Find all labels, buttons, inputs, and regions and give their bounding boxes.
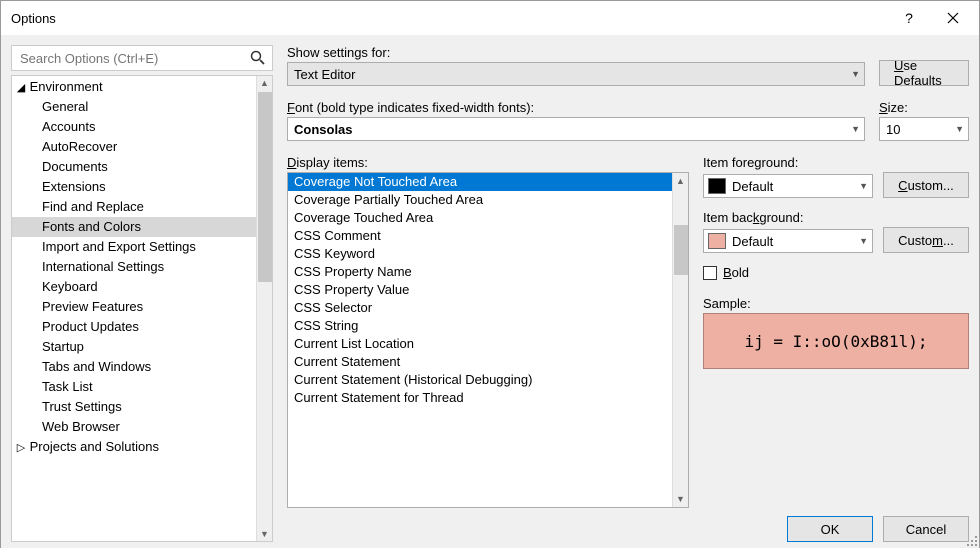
font-combo[interactable]: Consolas ▼ — [287, 117, 865, 141]
tree-scrollbar[interactable]: ▲ ▼ — [256, 76, 272, 541]
font-label: Font (bold type indicates fixed-width fo… — [287, 100, 865, 115]
use-defaults-button[interactable]: Use Defaults — [879, 60, 969, 86]
tree-item[interactable]: ▷ Projects and Solutions — [12, 437, 272, 457]
tree-item[interactable]: Accounts — [12, 117, 272, 137]
search-input[interactable] — [11, 45, 273, 71]
item-foreground-label: Item foreground: — [703, 155, 969, 170]
scroll-down-icon[interactable]: ▼ — [673, 491, 688, 507]
sample-label: Sample: — [703, 296, 969, 311]
checkbox-icon — [703, 266, 717, 280]
item-background-combo[interactable]: Default ▼ — [703, 229, 873, 253]
item-foreground-combo[interactable]: Default ▼ — [703, 174, 873, 198]
custom-fg-button[interactable]: Custom... — [883, 172, 969, 198]
tree-item[interactable]: Documents — [12, 157, 272, 177]
show-settings-label: Show settings for: — [287, 45, 865, 60]
tree-item[interactable]: International Settings — [12, 257, 272, 277]
item-background-label: Item background: — [703, 210, 969, 225]
scroll-up-icon[interactable]: ▲ — [673, 173, 688, 189]
sample-preview: ij = I::oO(0xB81l); — [703, 313, 969, 369]
chevron-down-icon: ▼ — [955, 124, 964, 134]
ok-button[interactable]: OK — [787, 516, 873, 542]
tree-item[interactable]: Preview Features — [12, 297, 272, 317]
list-scrollbar[interactable]: ▲ ▼ — [672, 173, 688, 507]
list-item[interactable]: Current Statement for Thread — [288, 389, 688, 407]
size-combo[interactable]: 10 ▼ — [879, 117, 969, 141]
tree-item[interactable]: Tabs and Windows — [12, 357, 272, 377]
tree-item[interactable]: Product Updates — [12, 317, 272, 337]
tree-item[interactable]: Keyboard — [12, 277, 272, 297]
tree-item[interactable]: General — [12, 97, 272, 117]
show-settings-combo[interactable]: Text Editor ▼ — [287, 62, 865, 86]
color-swatch-icon — [708, 178, 726, 194]
list-item[interactable]: CSS Property Value — [288, 281, 688, 299]
list-item[interactable]: CSS Comment — [288, 227, 688, 245]
tree-item[interactable]: Import and Export Settings — [12, 237, 272, 257]
search-field[interactable] — [18, 50, 246, 67]
chevron-down-icon: ▼ — [859, 236, 868, 246]
tree-item-environment[interactable]: ◢ Environment — [12, 77, 272, 97]
list-item[interactable]: Current Statement (Historical Debugging) — [288, 371, 688, 389]
tree-item[interactable]: Task List — [12, 377, 272, 397]
color-swatch-icon — [708, 233, 726, 249]
scroll-up-icon[interactable]: ▲ — [257, 76, 272, 90]
tree-item[interactable]: Startup — [12, 337, 272, 357]
scroll-thumb[interactable] — [258, 92, 272, 282]
title-bar: Options ? — [1, 1, 979, 35]
help-button[interactable]: ? — [887, 3, 931, 33]
options-tree[interactable]: ◢ EnvironmentGeneralAccountsAutoRecoverD… — [11, 75, 273, 542]
list-item[interactable]: Coverage Not Touched Area — [288, 173, 688, 191]
list-item[interactable]: Current Statement — [288, 353, 688, 371]
tree-item[interactable]: Trust Settings — [12, 397, 272, 417]
chevron-down-icon: ▼ — [859, 181, 868, 191]
cancel-button[interactable]: Cancel — [883, 516, 969, 542]
search-icon — [250, 50, 266, 69]
list-item[interactable]: CSS Keyword — [288, 245, 688, 263]
tree-item[interactable]: AutoRecover — [12, 137, 272, 157]
chevron-down-icon: ▼ — [851, 124, 860, 134]
chevron-down-icon: ▼ — [851, 69, 860, 79]
list-item[interactable]: Current List Location — [288, 335, 688, 353]
window-title: Options — [11, 11, 887, 26]
bold-checkbox[interactable]: Bold — [703, 265, 969, 280]
list-item[interactable]: Coverage Touched Area — [288, 209, 688, 227]
custom-bg-button[interactable]: Custom... — [883, 227, 969, 253]
scroll-down-icon[interactable]: ▼ — [257, 527, 272, 541]
display-items-list[interactable]: Coverage Not Touched AreaCoverage Partia… — [287, 172, 689, 508]
tree-item[interactable]: Find and Replace — [12, 197, 272, 217]
tree-item[interactable]: Web Browser — [12, 417, 272, 437]
list-item[interactable]: CSS Selector — [288, 299, 688, 317]
resize-grip-icon[interactable] — [965, 534, 979, 548]
list-item[interactable]: CSS String — [288, 317, 688, 335]
close-button[interactable] — [931, 3, 975, 33]
display-items-label: Display items: — [287, 155, 689, 170]
size-label: Size: — [879, 100, 969, 115]
scroll-thumb[interactable] — [674, 225, 688, 275]
tree-item[interactable]: Extensions — [12, 177, 272, 197]
list-item[interactable]: Coverage Partially Touched Area — [288, 191, 688, 209]
tree-item[interactable]: Fonts and Colors — [12, 217, 272, 237]
list-item[interactable]: CSS Property Name — [288, 263, 688, 281]
